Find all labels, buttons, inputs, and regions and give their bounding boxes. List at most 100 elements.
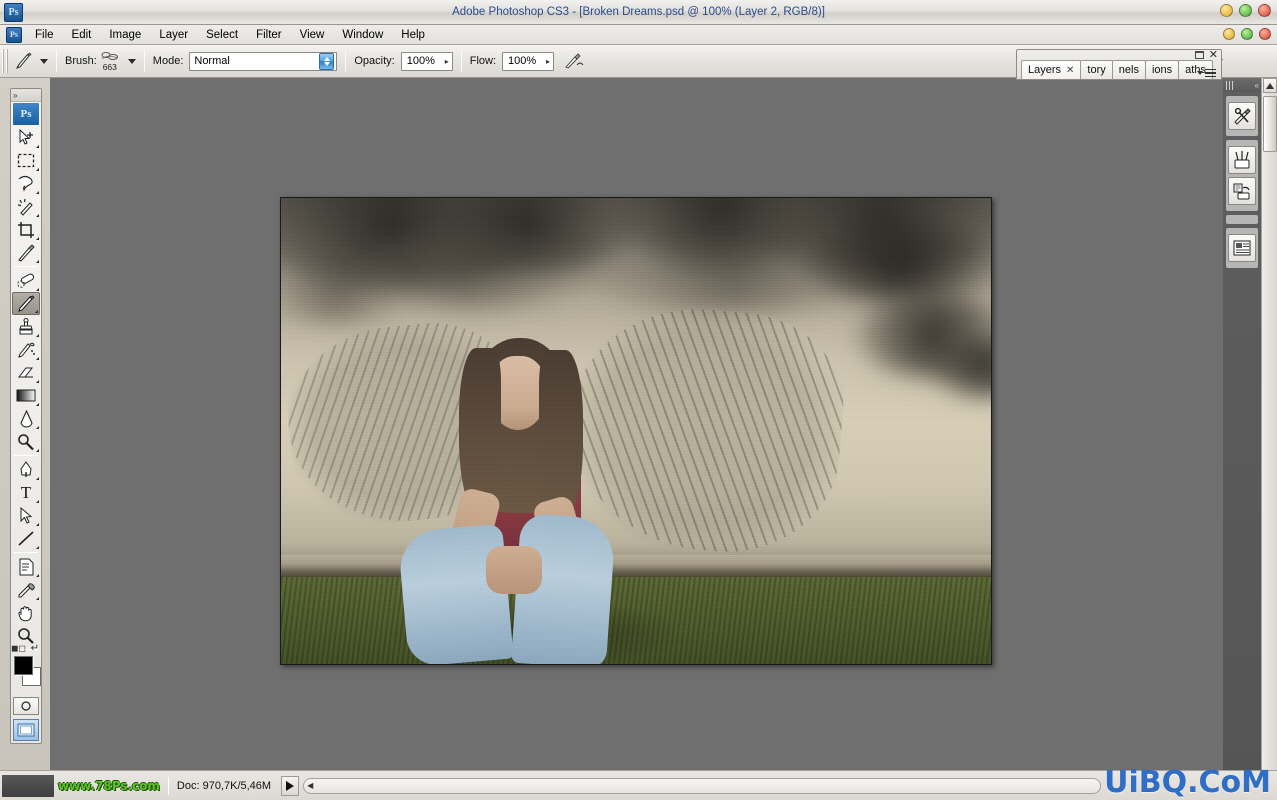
blend-mode-value: Normal bbox=[194, 55, 229, 67]
doc-minimize-button[interactable] bbox=[1223, 28, 1235, 40]
pen-tool[interactable] bbox=[12, 458, 40, 481]
screen-mode-icon[interactable] bbox=[13, 719, 39, 741]
marquee-tool[interactable] bbox=[12, 149, 40, 172]
play-arrow-icon[interactable] bbox=[281, 776, 299, 796]
photoshop-window: Ps Adobe Photoshop CS3 - [Broken Dreams.… bbox=[0, 0, 1277, 800]
tool-presets-button[interactable] bbox=[1228, 102, 1256, 130]
default-colors-icon[interactable]: ◼◻ bbox=[11, 643, 26, 654]
lasso-tool[interactable] bbox=[12, 172, 40, 195]
scroll-up-icon[interactable] bbox=[1263, 78, 1277, 93]
maximize-button[interactable] bbox=[1239, 4, 1252, 17]
menu-layer[interactable]: Layer bbox=[150, 27, 197, 43]
gradient-tool[interactable] bbox=[12, 384, 40, 407]
airbrush-icon[interactable] bbox=[562, 50, 586, 72]
tool-preset-chevron-icon[interactable] bbox=[40, 59, 48, 64]
menu-view[interactable]: View bbox=[291, 27, 334, 43]
tool-submenu-indicator bbox=[36, 168, 39, 171]
blend-mode-spinner-icon[interactable] bbox=[319, 53, 334, 70]
panel-tab-actions[interactable]: ions bbox=[1145, 60, 1179, 79]
panel-tab-label: Layers bbox=[1028, 64, 1061, 76]
move-tool[interactable] bbox=[12, 126, 40, 149]
tool-submenu-indicator bbox=[36, 288, 39, 291]
hand-tool[interactable] bbox=[12, 601, 40, 624]
quick-mask-icon[interactable] bbox=[13, 697, 39, 715]
collapse-chevron-icon[interactable]: » bbox=[13, 91, 16, 100]
tool-submenu-indicator bbox=[35, 310, 38, 313]
opacity-input[interactable]: 100% ▸ bbox=[401, 52, 453, 71]
collapse-double-chevron-icon[interactable]: « bbox=[1255, 81, 1258, 90]
dock-grip-icon[interactable] bbox=[1226, 81, 1234, 90]
tool-submenu-indicator bbox=[36, 380, 39, 383]
scroll-thumb[interactable] bbox=[1263, 96, 1277, 152]
divider bbox=[461, 50, 462, 72]
horizontal-scrollbar[interactable]: ◀ bbox=[303, 778, 1101, 794]
tool-submenu-indicator bbox=[36, 260, 39, 263]
doc-maximize-button[interactable] bbox=[1241, 28, 1253, 40]
healing-brush-tool[interactable] bbox=[12, 269, 40, 292]
close-button[interactable] bbox=[1258, 4, 1271, 17]
panel-window-controls: ✕ bbox=[1195, 51, 1218, 59]
brush-preset-chevron-icon[interactable] bbox=[128, 59, 136, 64]
menu-help[interactable]: Help bbox=[392, 27, 434, 43]
eyedropper-tool[interactable] bbox=[12, 578, 40, 601]
tools-panel-header[interactable]: » bbox=[11, 89, 41, 102]
menu-edit[interactable]: Edit bbox=[63, 27, 101, 43]
options-bar-grip[interactable] bbox=[2, 49, 9, 73]
tool-submenu-indicator bbox=[36, 574, 39, 577]
tool-submenu-indicator bbox=[36, 426, 39, 429]
foreground-color-swatch[interactable] bbox=[14, 656, 33, 675]
flow-input[interactable]: 100% ▸ bbox=[502, 52, 554, 71]
artwork-grain-overlay bbox=[281, 198, 991, 664]
eraser-tool[interactable] bbox=[12, 361, 40, 384]
document-menu-icon[interactable]: Ps bbox=[6, 27, 22, 43]
path-selection-tool[interactable] bbox=[12, 504, 40, 527]
scroll-left-icon[interactable]: ◀ bbox=[307, 781, 313, 790]
panel-tab-close-icon[interactable]: ✕ bbox=[1066, 65, 1074, 76]
window-controls bbox=[1220, 4, 1271, 17]
clone-stamp-tool[interactable] bbox=[12, 315, 40, 338]
panel-minimize-icon[interactable] bbox=[1195, 51, 1204, 59]
status-bar: www.78Ps.com Doc: 970,7K/5,46M ◀ bbox=[0, 770, 1277, 800]
layer-comps-button[interactable] bbox=[1228, 234, 1256, 262]
panel-close-icon[interactable]: ✕ bbox=[1209, 51, 1218, 59]
doc-close-button[interactable] bbox=[1259, 28, 1271, 40]
type-tool[interactable]: T bbox=[12, 481, 40, 504]
dodge-tool[interactable] bbox=[12, 430, 40, 453]
menu-file[interactable]: File bbox=[26, 27, 63, 43]
palette-menu-icon[interactable] bbox=[1197, 69, 1216, 78]
document-canvas[interactable] bbox=[280, 197, 992, 665]
menu-filter[interactable]: Filter bbox=[247, 27, 291, 43]
line-shape-tool[interactable] bbox=[12, 527, 40, 550]
menu-window[interactable]: Window bbox=[333, 27, 392, 43]
dock-group-three bbox=[1226, 228, 1258, 268]
divider bbox=[14, 455, 38, 456]
blend-mode-select[interactable]: Normal bbox=[189, 52, 337, 71]
brush-tool[interactable] bbox=[12, 292, 40, 315]
blur-tool[interactable] bbox=[12, 407, 40, 430]
canvas-vertical-scrollbar[interactable] bbox=[1261, 78, 1277, 770]
panel-tab-label: nels bbox=[1119, 64, 1139, 76]
brushes-panel-button[interactable] bbox=[1228, 146, 1256, 174]
swap-colors-icon[interactable]: ↵ bbox=[31, 643, 39, 654]
flow-chevron-icon[interactable]: ▸ bbox=[546, 57, 550, 66]
brush-preset-thumbnail[interactable]: 663 bbox=[97, 48, 123, 74]
opacity-chevron-icon[interactable]: ▸ bbox=[445, 57, 449, 66]
menu-select[interactable]: Select bbox=[197, 27, 247, 43]
panel-tab-channels[interactable]: nels bbox=[1112, 60, 1146, 79]
history-brush-tool[interactable] bbox=[12, 338, 40, 361]
brush-tool-icon[interactable] bbox=[13, 50, 35, 72]
menu-image[interactable]: Image bbox=[100, 27, 150, 43]
crop-tool[interactable] bbox=[12, 218, 40, 241]
right-dock-header[interactable]: « bbox=[1223, 78, 1261, 92]
slice-tool[interactable] bbox=[12, 241, 40, 264]
tool-submenu-indicator bbox=[36, 334, 39, 337]
notes-tool[interactable] bbox=[12, 555, 40, 578]
minimize-button[interactable] bbox=[1220, 4, 1233, 17]
panel-tab-layers[interactable]: Layers ✕ bbox=[1021, 60, 1081, 79]
panel-tab-history[interactable]: tory bbox=[1080, 60, 1112, 79]
tool-submenu-indicator bbox=[36, 546, 39, 549]
tool-submenu-indicator bbox=[36, 145, 39, 148]
clone-source-button[interactable] bbox=[1228, 177, 1256, 205]
magic-wand-tool[interactable] bbox=[12, 195, 40, 218]
document-workspace[interactable] bbox=[50, 78, 1223, 770]
